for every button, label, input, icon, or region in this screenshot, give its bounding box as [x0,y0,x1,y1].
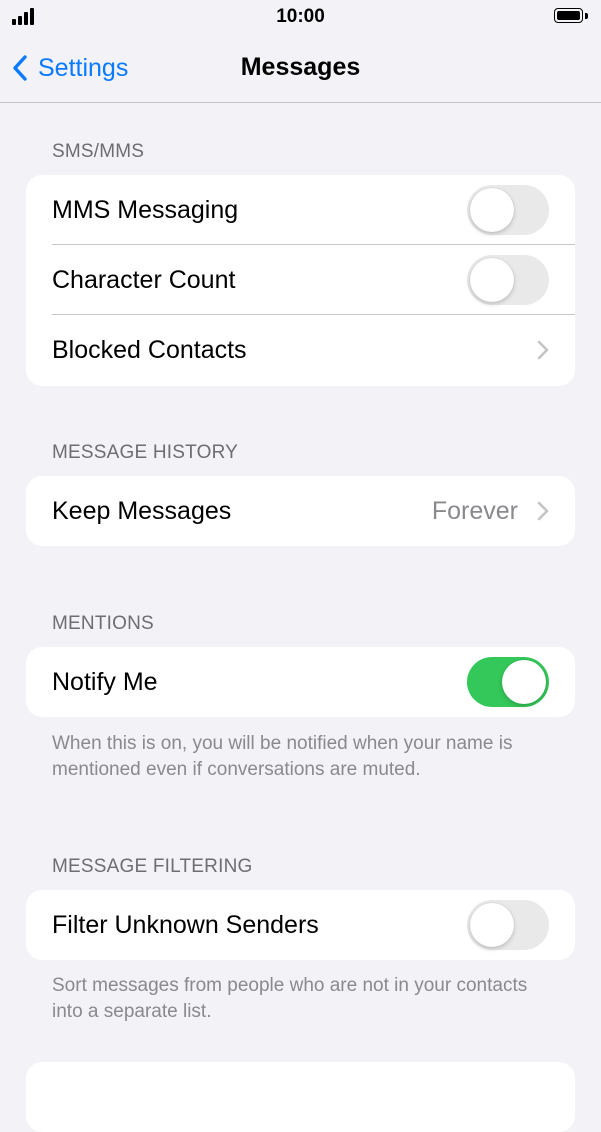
keep-messages-value: Forever [431,497,518,525]
next-group-partial [26,1062,575,1132]
sms-mms-group: MMS Messaging Character Count Blocked Co… [26,175,575,386]
status-time: 10:00 [276,6,325,27]
row-character-count: Character Count [26,245,575,315]
section-header-sms-mms: SMS/MMS [52,141,145,162]
toggle-knob [470,258,514,302]
status-bar: 10:00 [0,0,601,34]
navigation-bar: Settings Messages [0,34,601,103]
page-title: Messages [240,53,361,81]
row-mms-messaging: MMS Messaging [26,175,575,245]
toggle-knob [502,660,546,704]
mentions-footer-note: When this is on, you will be notified wh… [52,733,513,780]
battery-icon [554,8,588,25]
toggle-knob [470,188,514,232]
section-header-message-filtering: MESSAGE FILTERING [52,856,253,877]
row-blocked-contacts[interactable]: Blocked Contacts [26,315,575,385]
character-count-label: Character Count [52,266,236,294]
row-keep-messages[interactable]: Keep Messages Forever [26,476,575,546]
message-history-group: Keep Messages Forever [26,476,575,546]
chevron-right-icon [537,501,549,521]
section-header-message-history: MESSAGE HISTORY [52,442,239,463]
mentions-group: Notify Me [26,647,575,717]
message-filtering-group: Filter Unknown Senders [26,890,575,960]
keep-messages-label: Keep Messages [52,497,232,525]
filter-unknown-senders-toggle[interactable] [467,900,549,950]
mms-messaging-toggle[interactable] [467,185,549,235]
notify-me-label: Notify Me [52,668,158,696]
row-notify-me: Notify Me [26,647,575,717]
mms-messaging-label: MMS Messaging [52,196,239,224]
character-count-toggle[interactable] [467,255,549,305]
blocked-contacts-label: Blocked Contacts [52,336,247,364]
message-filtering-footer-note: Sort messages from people who are not in… [52,975,528,1022]
chevron-right-icon [537,340,549,360]
section-header-mentions: MENTIONS [52,613,154,634]
toggle-knob [470,903,514,947]
row-filter-unknown-senders: Filter Unknown Senders [26,890,575,960]
filter-unknown-senders-label: Filter Unknown Senders [52,911,319,939]
notify-me-toggle[interactable] [467,657,549,707]
